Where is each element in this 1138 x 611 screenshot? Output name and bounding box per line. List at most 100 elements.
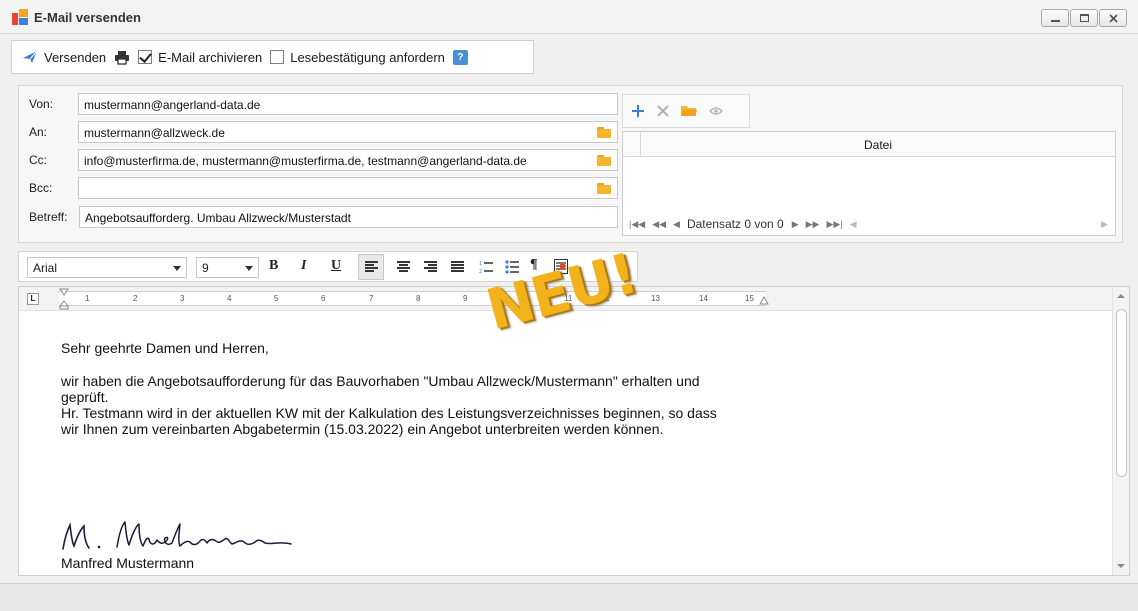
font-size-select[interactable]: 9: [196, 257, 259, 278]
ruler-number: 3: [180, 294, 185, 303]
attachment-grid-header: Datei: [623, 132, 1115, 157]
numbered-list-icon[interactable]: 1 2: [479, 260, 493, 274]
bcc-field[interactable]: [78, 177, 618, 199]
cc-row: Cc:: [29, 149, 79, 171]
ruler-number: 7: [369, 294, 374, 303]
delete-icon[interactable]: [657, 105, 669, 117]
italic-button[interactable]: I: [301, 258, 306, 274]
window-controls: [1041, 9, 1127, 27]
body-line: geprüft.: [61, 389, 109, 405]
to-row: An:: [29, 121, 79, 143]
prev-page-icon[interactable]: ◀◀: [652, 219, 666, 230]
scrollbar-thumb[interactable]: [1116, 309, 1127, 477]
from-label: Von:: [29, 97, 54, 111]
read-receipt-check-icon: [270, 50, 285, 64]
scroll-right-icon[interactable]: ▶: [1101, 219, 1108, 230]
attachment-grid[interactable]: Datei |◀◀ ◀◀ ◀ Datensatz 0 von 0 ▶ ▶▶ ▶▶…: [622, 131, 1116, 236]
ruler-number: 6: [321, 294, 326, 303]
align-center-icon[interactable]: [397, 261, 410, 273]
header-panel: Von: mustermann@angerland-data.de An: mu…: [18, 85, 1123, 243]
bold-button[interactable]: B: [269, 258, 278, 274]
maximize-icon: [1080, 14, 1089, 22]
archive-check-icon: [138, 50, 153, 64]
archive-checkbox[interactable]: E-Mail archivieren: [138, 50, 262, 65]
horizontal-ruler[interactable]: 1 2 3 4 5 6 7 8 9 11 2 13 14 15: [59, 288, 769, 310]
body-line: Hr. Testmann wird in der aktuellen KW mi…: [61, 405, 717, 421]
column-header-file[interactable]: Datei: [641, 138, 1115, 152]
left-indent-marker-icon[interactable]: [59, 288, 69, 310]
handwritten-signature: [62, 521, 292, 550]
record-counter: Datensatz 0 von 0: [686, 217, 784, 231]
body-line: wir haben die Angebotsaufforderung für d…: [61, 373, 700, 389]
align-justify-icon[interactable]: [451, 261, 464, 273]
cc-field[interactable]: info@musterfirma.de, mustermann@musterfi…: [78, 149, 618, 171]
close-icon: [1109, 14, 1118, 23]
svg-text:2: 2: [479, 269, 482, 274]
printer-icon: [115, 50, 130, 65]
ruler-number: 5: [274, 294, 279, 303]
scroll-up-icon[interactable]: [1117, 294, 1125, 298]
first-record-icon[interactable]: |◀◀: [629, 219, 645, 230]
subject-row: Betreff:: [29, 206, 79, 228]
send-icon: [23, 50, 38, 63]
scroll-left-icon[interactable]: ◀: [850, 219, 857, 230]
ruler-number: 2: [133, 294, 138, 303]
align-right-icon[interactable]: [424, 261, 437, 273]
ruler-number: 13: [651, 294, 660, 303]
font-name-select[interactable]: Arial: [27, 257, 187, 278]
ruler-number: 9: [463, 294, 468, 303]
right-indent-marker-icon[interactable]: [759, 296, 769, 306]
read-receipt-label: Lesebestätigung anfordern: [290, 49, 445, 65]
underline-button[interactable]: U: [331, 258, 341, 274]
last-record-icon[interactable]: ▶▶|: [826, 219, 842, 230]
to-label: An:: [29, 125, 48, 139]
open-folder-icon[interactable]: [681, 105, 697, 117]
next-page-icon[interactable]: ▶▶: [806, 219, 820, 230]
window-title: E-Mail versenden: [34, 10, 141, 25]
subject-value: Angebotsaufforderg. Umbau Allzweck/Muste…: [85, 211, 351, 225]
subject-label: Betreff:: [29, 210, 68, 224]
sender-name: Manfred Mustermann: [61, 555, 195, 571]
vertical-scrollbar[interactable]: [1112, 287, 1129, 575]
from-row: Von:: [29, 93, 79, 115]
ruler-number: 1: [85, 294, 90, 303]
read-receipt-checkbox[interactable]: Lesebestätigung anfordern: [270, 50, 445, 65]
send-label: Versenden: [44, 49, 107, 65]
status-bar: [0, 583, 1138, 611]
main-toolbar: Versenden E-Mail archivieren Lesebestäti…: [11, 40, 534, 74]
body-line: wir Ihnen zum vereinbarten Abgabetermin …: [61, 421, 664, 437]
send-button[interactable]: Versenden: [22, 50, 106, 65]
app-logo-icon: [12, 9, 28, 25]
maximize-button[interactable]: [1070, 9, 1098, 27]
salutation-text: Sehr geehrte Damen und Herren,: [61, 340, 269, 356]
from-value: mustermann@angerland-data.de: [84, 98, 261, 112]
subject-field[interactable]: Angebotsaufforderg. Umbau Allzweck/Muste…: [79, 206, 618, 228]
cc-value: info@musterfirma.de, mustermann@musterfi…: [84, 154, 527, 168]
from-field[interactable]: mustermann@angerland-data.de: [78, 93, 618, 115]
scroll-down-icon[interactable]: [1117, 564, 1125, 568]
ruler-number: 8: [416, 294, 421, 303]
bcc-folder-icon[interactable]: [597, 183, 611, 194]
next-record-icon[interactable]: ▶: [792, 219, 799, 230]
print-button[interactable]: [114, 50, 130, 65]
add-icon[interactable]: [631, 104, 645, 118]
view-eye-icon[interactable]: [709, 106, 723, 116]
cc-folder-icon[interactable]: [597, 155, 611, 166]
to-field[interactable]: mustermann@allzweck.de: [78, 121, 618, 143]
archive-label: E-Mail archivieren: [158, 49, 263, 65]
align-left-icon: [365, 261, 378, 273]
help-icon[interactable]: ?: [452, 49, 468, 65]
prev-record-icon[interactable]: ◀: [673, 219, 680, 230]
svg-text:1: 1: [479, 261, 482, 267]
to-folder-icon[interactable]: [597, 127, 611, 138]
tab-stop-selector[interactable]: L: [27, 293, 39, 305]
chevron-down-icon: [173, 266, 181, 271]
close-button[interactable]: [1099, 9, 1127, 27]
font-name-value: Arial: [33, 261, 58, 275]
align-left-button[interactable]: [358, 254, 384, 280]
attachment-toolbar: [622, 94, 750, 128]
to-value: mustermann@allzweck.de: [84, 126, 225, 140]
row-indicator-header: [623, 132, 641, 156]
bcc-row: Bcc:: [29, 177, 79, 199]
minimize-button[interactable]: [1041, 9, 1069, 27]
